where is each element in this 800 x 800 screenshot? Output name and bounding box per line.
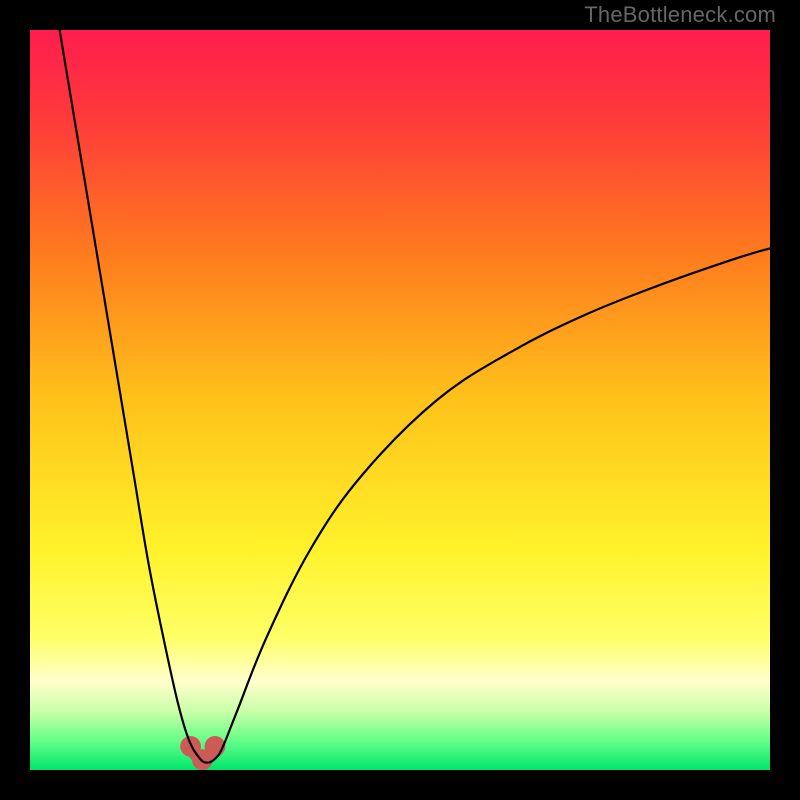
bottleneck-chart	[30, 30, 770, 770]
watermark-text: TheBottleneck.com	[584, 2, 776, 28]
chart-frame	[30, 30, 770, 770]
gradient-background	[30, 30, 770, 770]
